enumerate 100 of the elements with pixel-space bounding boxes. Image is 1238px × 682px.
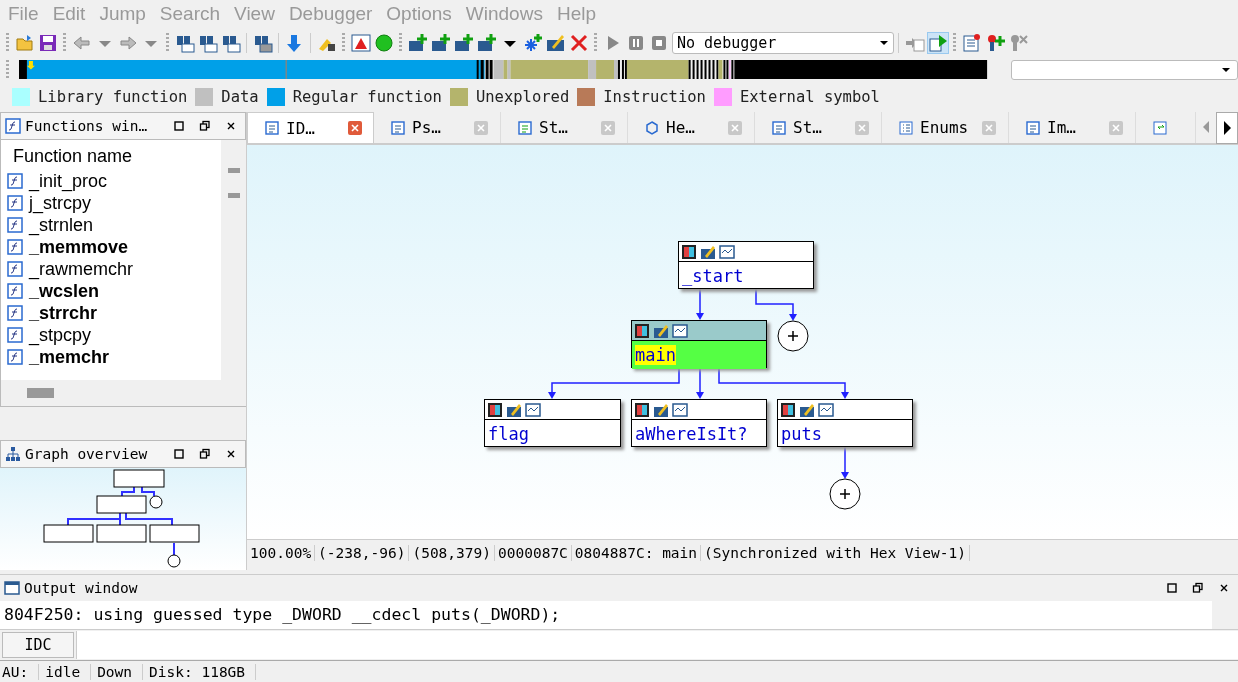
status-text: Disk: 118GB	[147, 663, 257, 680]
legend-label: Regular function	[292, 88, 442, 106]
caret-icon[interactable]	[1221, 66, 1231, 73]
column-header[interactable]: Function name	[7, 140, 221, 170]
graph-node[interactable]: _start	[678, 241, 814, 289]
plus-box-icon[interactable]	[476, 32, 497, 53]
language-button[interactable]: IDC	[2, 632, 74, 658]
close-icon[interactable]	[225, 120, 237, 132]
close-icon[interactable]	[1218, 582, 1230, 594]
tab[interactable]: ID…	[247, 112, 374, 143]
maximize-icon[interactable]	[173, 120, 185, 132]
function-name[interactable]: _memmove	[29, 236, 129, 258]
pen-icon[interactable]	[700, 243, 716, 260]
function-icon	[7, 239, 23, 255]
asterisk-icon[interactable]	[522, 32, 543, 53]
panel-title: Functions win…	[25, 118, 149, 134]
function-icon	[7, 349, 23, 365]
navigation-band-drawing[interactable]	[19, 60, 990, 79]
plus-box-icon[interactable]	[407, 32, 428, 53]
scroll-right-icon[interactable]	[1216, 112, 1238, 144]
pen-icon[interactable]	[653, 401, 669, 418]
function-name[interactable]: _memchr	[29, 346, 110, 368]
play-icon[interactable]	[927, 32, 948, 53]
tab[interactable]: He…	[628, 112, 755, 143]
scrollbar-thumb[interactable]	[227, 193, 240, 198]
list-icon[interactable]	[961, 32, 982, 53]
status-text: idle	[43, 663, 92, 680]
save-icon[interactable]	[37, 32, 58, 53]
palette-icon[interactable]	[780, 401, 796, 418]
function-name[interactable]: _rawmemchr	[29, 258, 134, 280]
tab[interactable]: Enums	[882, 112, 1009, 143]
window-icon[interactable]	[719, 243, 735, 260]
function-icon	[5, 118, 21, 134]
window-icon[interactable]	[672, 322, 688, 339]
edge-arrow	[696, 288, 704, 320]
document-icon	[517, 119, 533, 136]
palette-icon[interactable]	[634, 322, 650, 339]
window-icon[interactable]	[672, 401, 688, 418]
function-name[interactable]: _strnlen	[29, 214, 94, 236]
collapsed-node-icon[interactable]	[777, 320, 809, 352]
scrollbar-thumb[interactable]	[27, 388, 54, 398]
window-icon[interactable]	[525, 401, 541, 418]
document-icon	[1152, 119, 1168, 136]
panel-title: Output window	[24, 580, 139, 596]
command-field[interactable]	[76, 631, 1238, 659]
legend-label: Library function	[38, 88, 188, 106]
maximize-icon[interactable]	[173, 448, 185, 460]
palette-icon[interactable]	[634, 401, 650, 418]
warning-icon[interactable]	[350, 32, 371, 53]
maximize-icon[interactable]	[1166, 582, 1178, 594]
document-icon	[1025, 119, 1041, 136]
document-icon	[898, 119, 914, 136]
edge-arrow	[696, 367, 704, 399]
plus-box-icon[interactable]	[453, 32, 474, 53]
tab[interactable]: St…	[755, 112, 882, 143]
circle-icon[interactable]	[373, 32, 394, 53]
restore-icon[interactable]	[199, 448, 211, 460]
status-text: Down	[95, 663, 144, 680]
tab[interactable]: St…	[501, 112, 628, 143]
open-folder-icon[interactable]	[14, 32, 35, 53]
function-name[interactable]: _init_proc	[29, 170, 108, 192]
graph-node[interactable]: main	[631, 320, 767, 368]
document-icon	[644, 119, 660, 136]
graph-node[interactable]: aWhereIsIt?	[631, 399, 767, 447]
node-label: _start	[682, 266, 744, 286]
caret-icon[interactable]	[879, 39, 889, 46]
restore-icon[interactable]	[199, 120, 211, 132]
function-name[interactable]: _wcslen	[29, 280, 100, 302]
edge-arrow	[755, 288, 797, 321]
status-field: 0804887C: main	[571, 545, 702, 561]
function-name[interactable]: j_strcpy	[29, 192, 91, 214]
palette-icon[interactable]	[487, 401, 503, 418]
window-icon[interactable]	[818, 401, 834, 418]
document-icon	[264, 120, 280, 136]
graph-node[interactable]: puts	[777, 399, 913, 447]
function-name[interactable]: _strrchr	[29, 302, 98, 324]
legend-label: Data	[221, 88, 259, 106]
pen-icon[interactable]	[506, 401, 522, 418]
debugger-dropdown[interactable]: No debugger	[672, 31, 894, 54]
pen-icon[interactable]	[799, 401, 815, 418]
pen-icon[interactable]	[653, 322, 669, 339]
plus-box-icon[interactable]	[430, 32, 451, 53]
palette-icon[interactable]	[681, 243, 697, 260]
restore-icon[interactable]	[1192, 582, 1204, 594]
status-field: 100.00%	[247, 545, 316, 561]
legend-label: Unexplored	[475, 88, 570, 106]
status-field: 0000087C	[495, 545, 572, 561]
cross-icon[interactable]	[568, 32, 589, 53]
graph-node[interactable]: flag	[484, 399, 621, 447]
function-icon	[7, 327, 23, 343]
collapsed-node-icon[interactable]	[829, 478, 861, 510]
terminal-icon	[4, 580, 20, 596]
pen-icon[interactable]	[545, 32, 566, 53]
node-label: puts	[781, 424, 822, 444]
tab[interactable]: Im…	[1009, 112, 1136, 143]
scrollbar-thumb[interactable]	[227, 168, 240, 173]
function-name[interactable]: _stpcpy	[29, 324, 92, 346]
close-icon[interactable]	[225, 448, 237, 460]
panel-title: Graph overview	[25, 446, 149, 462]
tab[interactable]: Ps…	[374, 112, 501, 143]
